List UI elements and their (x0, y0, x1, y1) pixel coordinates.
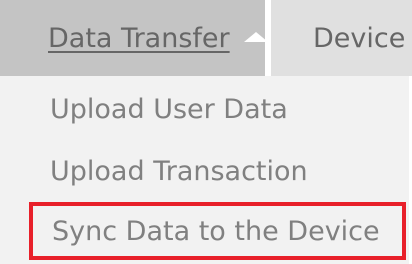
menu-item-upload-user-data[interactable]: Upload User Data (0, 76, 409, 142)
tab-device-label: Device (313, 22, 406, 54)
menu-item-upload-transaction[interactable]: Upload Transaction (0, 142, 409, 200)
menu-bar: Data Transfer Device (0, 0, 412, 76)
menu-item-label: Upload Transaction (50, 155, 308, 187)
menu-item-label: Sync Data to the Device (52, 215, 380, 247)
tab-data-transfer-label: Data Transfer (48, 22, 230, 54)
menu-item-sync-data-to-device[interactable]: Sync Data to the Device (29, 202, 406, 260)
menu-item-label: Upload User Data (50, 93, 288, 125)
tab-device[interactable]: Device (271, 0, 412, 76)
tab-data-transfer[interactable]: Data Transfer (0, 0, 268, 76)
